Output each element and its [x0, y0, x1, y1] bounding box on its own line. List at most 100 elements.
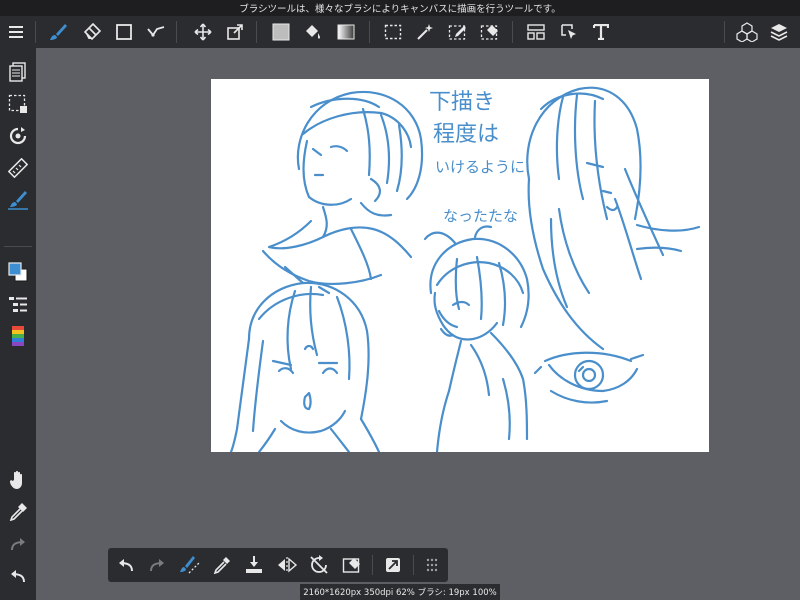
eraser-icon [83, 22, 102, 41]
color-swatch-button[interactable] [2, 258, 34, 286]
gradient-tool-button[interactable] [330, 16, 362, 48]
redo-bottom-button[interactable] [141, 549, 173, 581]
3d-button[interactable] [731, 16, 763, 48]
shape-tool-button[interactable] [108, 16, 140, 48]
navigator-button[interactable] [2, 122, 34, 150]
toolbar-divider [512, 21, 513, 43]
toolbar-divider [369, 21, 370, 43]
import-icon [246, 556, 262, 573]
3d-cube-icon [736, 22, 758, 42]
toolbar-divider [372, 555, 373, 575]
layer-list-button[interactable] [2, 290, 34, 318]
bucket-tool-button[interactable] [297, 16, 329, 48]
fill-color-icon [272, 23, 290, 41]
pages-button[interactable] [2, 58, 34, 86]
panel-icon [527, 24, 545, 40]
transform-icon [227, 24, 243, 40]
select-eraser-icon [480, 25, 498, 40]
undo-icon [11, 570, 25, 583]
layers-icon [770, 24, 788, 41]
hand-icon [9, 470, 22, 489]
layers-button[interactable] [763, 16, 795, 48]
brush-size-icon [8, 191, 28, 210]
canvas-page[interactable]: 下描き 程度は いけるように なったたな [211, 79, 709, 452]
gradient-icon [337, 24, 355, 40]
rotate-reset-icon [310, 555, 328, 574]
shape-icon [116, 24, 132, 40]
more-icon [426, 558, 438, 572]
eyedropper-button[interactable] [2, 498, 34, 526]
status-text: 2160*1620px 350dpi 62% ブラシ: 19px 100% [303, 588, 497, 598]
clear-button[interactable] [336, 549, 368, 581]
fit-icon [386, 558, 400, 572]
snap-button[interactable] [174, 549, 206, 581]
flip-button[interactable] [271, 549, 303, 581]
undo-button[interactable] [2, 562, 34, 590]
transform-tool-button[interactable] [219, 16, 251, 48]
brush-icon [50, 24, 67, 40]
hand-tool-button[interactable] [2, 466, 34, 494]
eraser-tool-button[interactable] [76, 16, 108, 48]
tool-hint-bar: ブラシツールは、様々なブラシによりキャンバスに描画を行うツールです。 [0, 0, 800, 16]
select-rect-icon [384, 24, 402, 40]
more-button[interactable] [416, 549, 448, 581]
bucket-icon [306, 25, 320, 39]
edit-tool-button[interactable] [140, 16, 172, 48]
snap-icon [180, 556, 200, 574]
clear-icon [342, 558, 360, 573]
canvas-text-line2: 程度は [433, 122, 499, 147]
text-tool-button[interactable] [585, 16, 617, 48]
brush-tool-button[interactable] [42, 16, 74, 48]
menu-icon [9, 26, 23, 38]
canvas-text-line1: 下描き [429, 90, 495, 115]
move-icon [194, 23, 212, 41]
toolbar-divider [35, 21, 36, 43]
color-swatch-icon [8, 262, 28, 282]
layer-list-icon [9, 297, 27, 312]
select-rect-tool-button[interactable] [377, 16, 409, 48]
bottom-toolbar [108, 548, 448, 582]
fill-color-button[interactable] [265, 16, 297, 48]
redo-icon [11, 538, 25, 551]
brush-size-button[interactable] [2, 186, 34, 214]
operation-icon [561, 24, 576, 39]
selection-icon [8, 94, 27, 113]
sketch-drawing: 下描き 程度は いけるように なったたな [229, 86, 701, 452]
magic-wand-icon [417, 24, 433, 40]
redo-icon [150, 559, 164, 572]
ruler-icon [8, 158, 28, 178]
status-bar: 2160*1620px 350dpi 62% ブラシ: 19px 100% [300, 584, 500, 600]
magic-wand-tool-button[interactable] [409, 16, 441, 48]
ruler-button[interactable] [2, 154, 34, 182]
undo-bottom-button[interactable] [110, 549, 142, 581]
toolbar-divider [176, 21, 177, 43]
selection-button[interactable] [2, 90, 34, 118]
canvas-text-line4: なったたな [443, 207, 518, 225]
left-toolbar [0, 48, 36, 600]
menu-button[interactable] [0, 16, 32, 48]
text-icon [593, 24, 609, 40]
flip-icon [278, 557, 298, 573]
panel-button[interactable] [520, 16, 552, 48]
eyedropper-bottom-button[interactable] [206, 549, 238, 581]
redo-button[interactable] [2, 530, 34, 558]
toolbar-divider [413, 555, 414, 575]
rotate-reset-button[interactable] [303, 549, 335, 581]
canvas-text-line3: いけるように [435, 158, 525, 176]
select-pen-icon [448, 25, 466, 40]
select-pen-tool-button[interactable] [442, 16, 474, 48]
toolbar-divider [724, 21, 725, 43]
eyedropper-icon [213, 557, 230, 574]
tool-hint-text: ブラシツールは、様々なブラシによりキャンバスに描画を行うツールです。 [239, 4, 561, 15]
top-toolbar [0, 16, 800, 48]
edit-icon [147, 26, 165, 37]
select-eraser-tool-button[interactable] [474, 16, 506, 48]
color-palette-icon [12, 326, 24, 346]
fit-button[interactable] [377, 549, 409, 581]
eyedropper-icon [9, 503, 27, 521]
move-tool-button[interactable] [187, 16, 219, 48]
color-palette-button[interactable] [2, 322, 34, 350]
toolbar-divider [4, 246, 32, 247]
import-button[interactable] [238, 549, 270, 581]
operation-tool-button[interactable] [553, 16, 585, 48]
